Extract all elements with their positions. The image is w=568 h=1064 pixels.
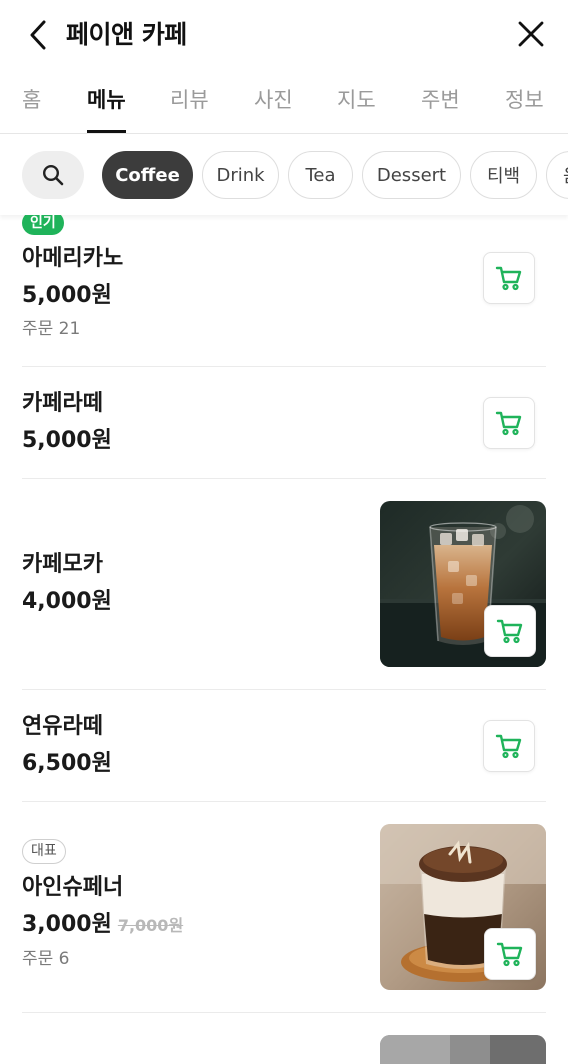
category-chip-partial[interactable]: 음 bbox=[546, 151, 568, 199]
tab-menu[interactable]: 메뉴 bbox=[87, 84, 126, 116]
cart-icon bbox=[496, 942, 523, 967]
order-count: 주문 21 bbox=[22, 319, 81, 339]
store-tab-bar: 홈 메뉴 리뷰 사진 지도 주변 정보 bbox=[0, 70, 568, 134]
drink-photo bbox=[380, 1035, 546, 1064]
menu-item-einspanner[interactable]: 대표 아인슈페너 3,000원 7,000원 주문 6 bbox=[0, 802, 568, 1012]
category-filter-bar: Coffee Drink Tea Dessert 티백 음 bbox=[0, 135, 568, 215]
tab-map[interactable]: 지도 bbox=[337, 84, 376, 116]
menu-item-price: 3,000원 7,000원 bbox=[22, 910, 183, 941]
tab-photos[interactable]: 사진 bbox=[254, 84, 293, 116]
add-to-cart-button[interactable] bbox=[484, 928, 536, 980]
popular-badge: 인기 bbox=[22, 215, 64, 235]
search-icon bbox=[42, 164, 64, 186]
menu-search-button[interactable] bbox=[22, 151, 84, 199]
menu-item-name: 카페모카 bbox=[22, 552, 103, 577]
menu-item-name: 카페라떼 bbox=[22, 391, 103, 416]
tab-home[interactable]: 홈 bbox=[22, 84, 41, 116]
cart-icon bbox=[495, 411, 522, 436]
order-count: 주문 6 bbox=[22, 949, 70, 969]
menu-item-name: 아메리카노 bbox=[22, 246, 124, 271]
menu-item-price: 5,000원 bbox=[22, 428, 112, 453]
menu-item-price: 4,000원 bbox=[22, 589, 112, 614]
menu-item-photo[interactable] bbox=[380, 1035, 546, 1064]
add-to-cart-button[interactable] bbox=[484, 605, 536, 657]
tab-nearby[interactable]: 주변 bbox=[421, 84, 460, 116]
original-price: 7,000원 bbox=[117, 916, 184, 935]
page-title: 페이앤 카페 bbox=[66, 20, 187, 49]
chevron-left-icon bbox=[30, 20, 46, 50]
close-button[interactable] bbox=[514, 17, 548, 51]
menu-list: 인기 아메리카노 5,000원 주문 21 카페라떼 5,000원 카페모카 4… bbox=[0, 215, 568, 1064]
menu-item-cafe-mocha[interactable]: 카페모카 4,000원 bbox=[0, 479, 568, 689]
category-chip-drink[interactable]: Drink bbox=[202, 151, 279, 199]
active-tab-indicator bbox=[87, 130, 126, 133]
cart-icon bbox=[496, 619, 523, 644]
menu-item-name: 아인슈페너 bbox=[22, 875, 124, 900]
category-chip-tea[interactable]: Tea bbox=[288, 151, 353, 199]
add-to-cart-button[interactable] bbox=[483, 720, 535, 772]
tab-reviews[interactable]: 리뷰 bbox=[170, 84, 209, 116]
menu-item-price: 6,500원 bbox=[22, 751, 112, 776]
menu-item-name: 연유라떼 bbox=[22, 714, 103, 739]
menu-item-cafe-latte[interactable]: 카페라떼 5,000원 bbox=[0, 367, 568, 478]
menu-item-partial[interactable] bbox=[0, 1013, 568, 1064]
cart-icon bbox=[495, 734, 522, 759]
close-icon bbox=[518, 21, 544, 47]
category-chip-coffee[interactable]: Coffee bbox=[102, 151, 193, 199]
cart-icon bbox=[495, 266, 522, 291]
sale-price: 3,000원 bbox=[22, 912, 112, 937]
menu-item-condensed-milk-latte[interactable]: 연유라떼 6,500원 bbox=[0, 690, 568, 801]
menu-item-americano[interactable]: 인기 아메리카노 5,000원 주문 21 bbox=[0, 215, 568, 367]
menu-item-price: 5,000원 bbox=[22, 283, 112, 308]
menu-item-photo[interactable] bbox=[380, 501, 546, 667]
category-chip-dessert[interactable]: Dessert bbox=[362, 151, 461, 199]
category-chip-teabag[interactable]: 티백 bbox=[470, 151, 537, 199]
app-header: 페이앤 카페 bbox=[0, 0, 568, 70]
add-to-cart-button[interactable] bbox=[483, 252, 535, 304]
signature-badge: 대표 bbox=[22, 839, 66, 864]
tab-info[interactable]: 정보 bbox=[505, 84, 544, 116]
back-button[interactable] bbox=[22, 18, 54, 52]
menu-item-photo[interactable] bbox=[380, 824, 546, 990]
add-to-cart-button[interactable] bbox=[483, 397, 535, 449]
